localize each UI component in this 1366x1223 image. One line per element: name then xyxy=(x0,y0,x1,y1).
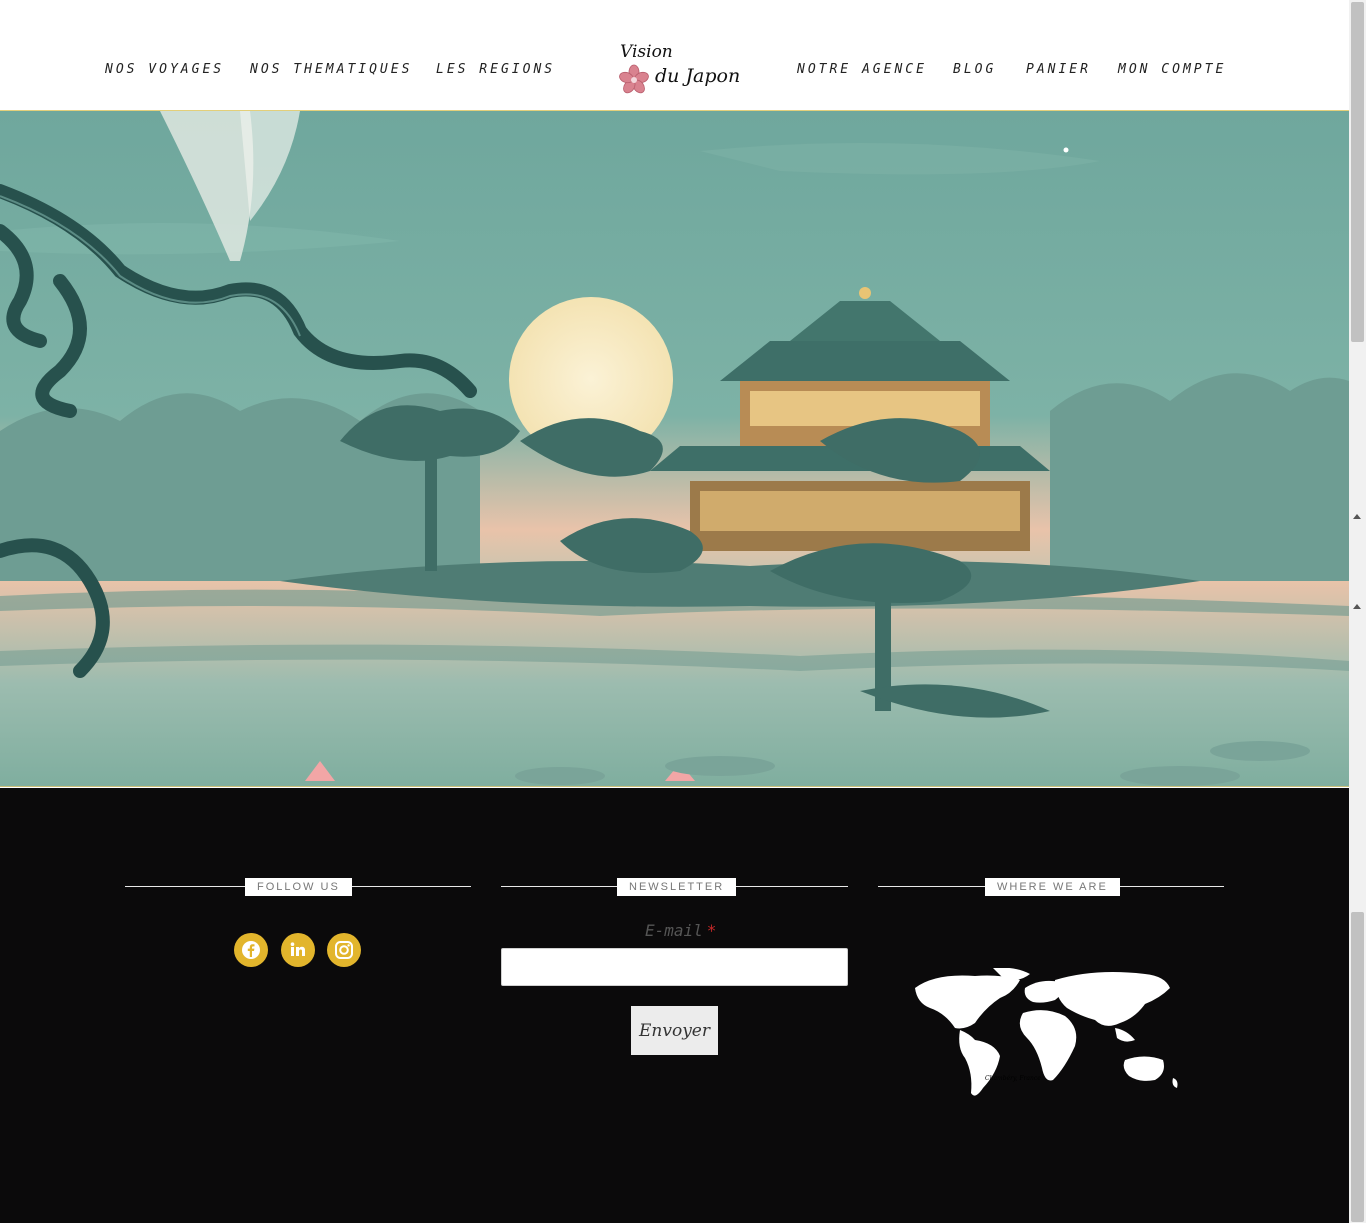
follow-us-widget-header: FOLLOW US xyxy=(125,878,471,896)
japanese-pavilion-illustration xyxy=(0,111,1349,786)
logo-text-vision: Vision xyxy=(620,42,673,62)
map-caption: Chambéry, France xyxy=(985,1075,1041,1082)
scrollbar-thumb-lower[interactable] xyxy=(1351,912,1364,1222)
nav-blog[interactable]: BLOG xyxy=(953,62,996,77)
linkedin-icon[interactable] xyxy=(281,933,315,967)
nav-nos-thematiques[interactable]: NOS THEMATIQUES xyxy=(250,62,412,77)
newsletter-submit-button[interactable]: Envoyer xyxy=(631,1006,718,1055)
scroll-up-arrow-icon[interactable] xyxy=(1353,604,1361,609)
hero-banner xyxy=(0,111,1349,787)
facebook-icon[interactable] xyxy=(234,933,268,967)
newsletter-title: NEWSLETTER xyxy=(617,878,737,896)
nav-nos-voyages[interactable]: NOS VOYAGES xyxy=(105,62,224,77)
nav-panier[interactable]: PANIER xyxy=(1026,62,1091,77)
site-header: NOS VOYAGES NOS THEMATIQUES LES REGIONS … xyxy=(0,0,1349,111)
nav-notre-agence[interactable]: NOTRE AGENCE xyxy=(797,62,927,77)
page-scrollbar[interactable] xyxy=(1349,0,1366,1223)
where-we-are-widget-header: WHERE WE ARE xyxy=(878,878,1224,896)
world-map: Chambéry, France xyxy=(915,968,1178,1096)
follow-us-title: FOLLOW US xyxy=(245,878,352,896)
site-logo[interactable]: Vision du Japon xyxy=(612,40,742,98)
newsletter-email-input[interactable] xyxy=(501,948,848,986)
sakura-flower-icon xyxy=(619,64,649,94)
site-footer: FOLLOW US NEWSLETTER E-mail * Envoyer WHE… xyxy=(0,788,1349,1223)
required-mark: * xyxy=(706,921,717,940)
scroll-up-arrow-icon[interactable] xyxy=(1353,514,1361,519)
where-we-are-title: WHERE WE ARE xyxy=(985,878,1120,896)
scrollbar-thumb[interactable] xyxy=(1351,2,1364,342)
nav-mon-compte[interactable]: MON COMPTE xyxy=(1118,62,1226,77)
newsletter-widget-header: NEWSLETTER xyxy=(501,878,848,896)
logo-text-du-japon: du Japon xyxy=(655,65,741,87)
email-label: E-mail * xyxy=(645,921,717,940)
instagram-icon[interactable] xyxy=(327,933,361,967)
nav-les-regions[interactable]: LES REGIONS xyxy=(436,62,555,77)
